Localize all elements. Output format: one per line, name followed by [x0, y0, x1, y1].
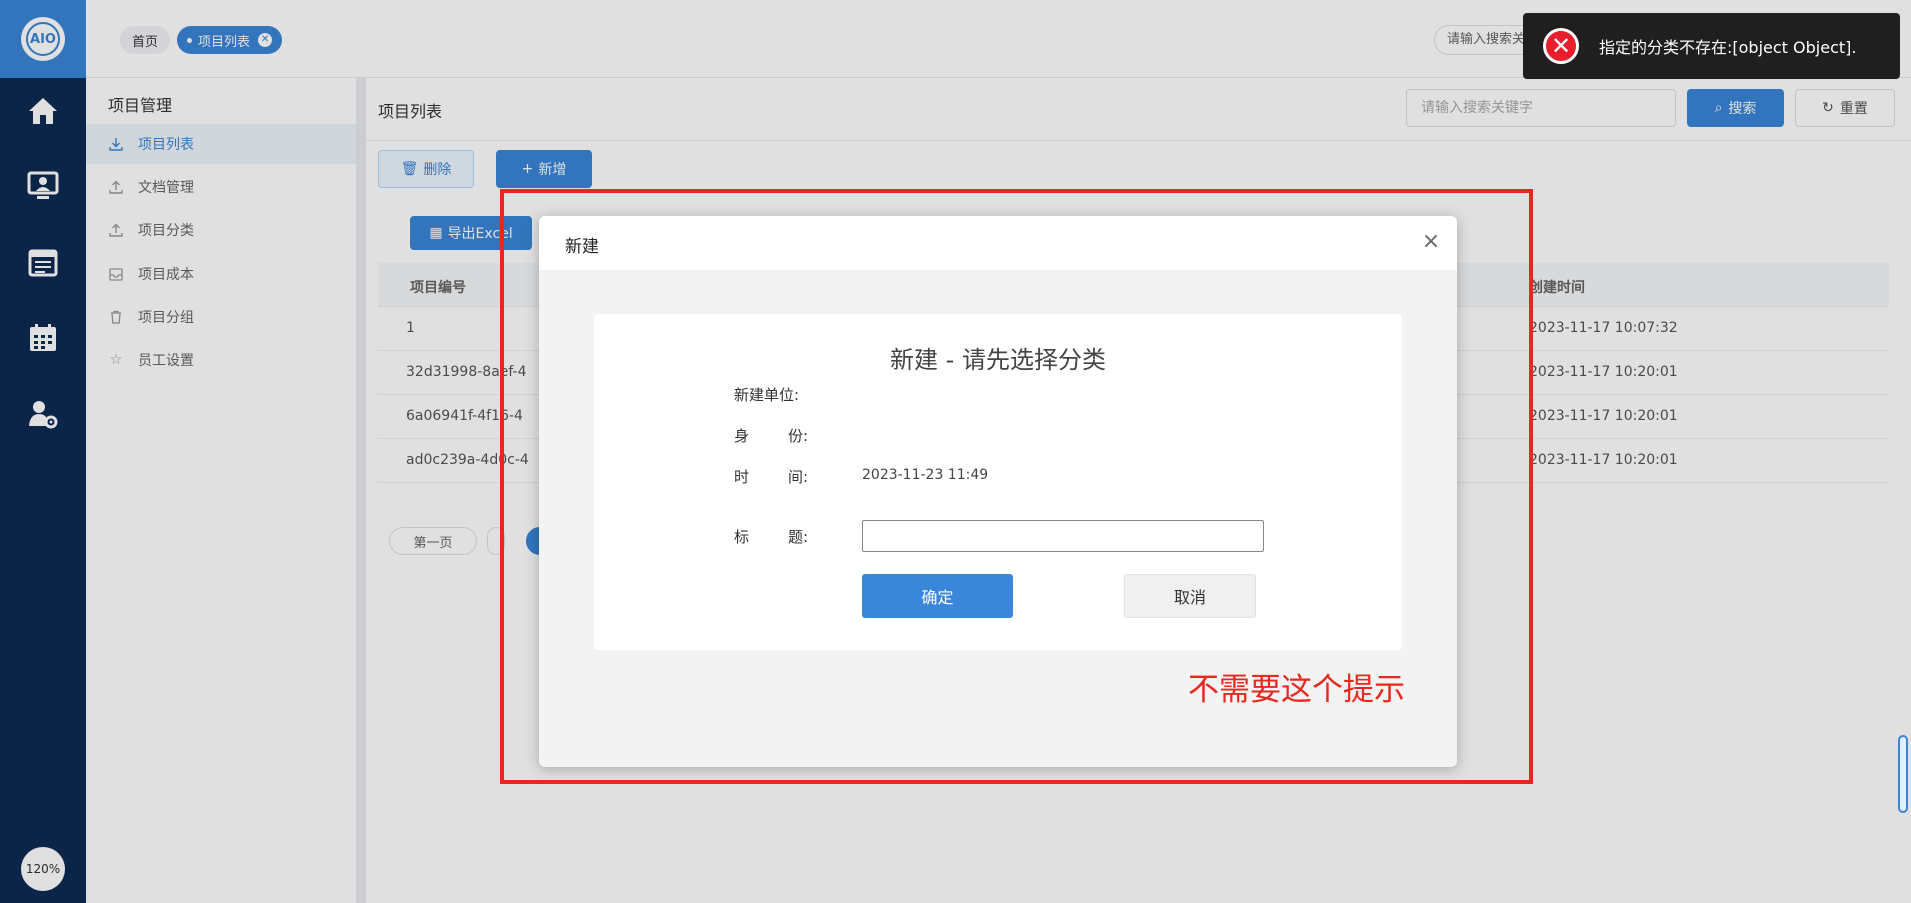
annotation-note: 不需要这个提示 — [1188, 672, 1405, 708]
scrollbar[interactable] — [1898, 735, 1908, 813]
toast-message: 指定的分类不存在:[object Object]. — [1599, 38, 1857, 57]
error-toast: ✕ 指定的分类不存在:[object Object]. — [1523, 13, 1900, 79]
error-icon: ✕ — [1543, 28, 1579, 64]
